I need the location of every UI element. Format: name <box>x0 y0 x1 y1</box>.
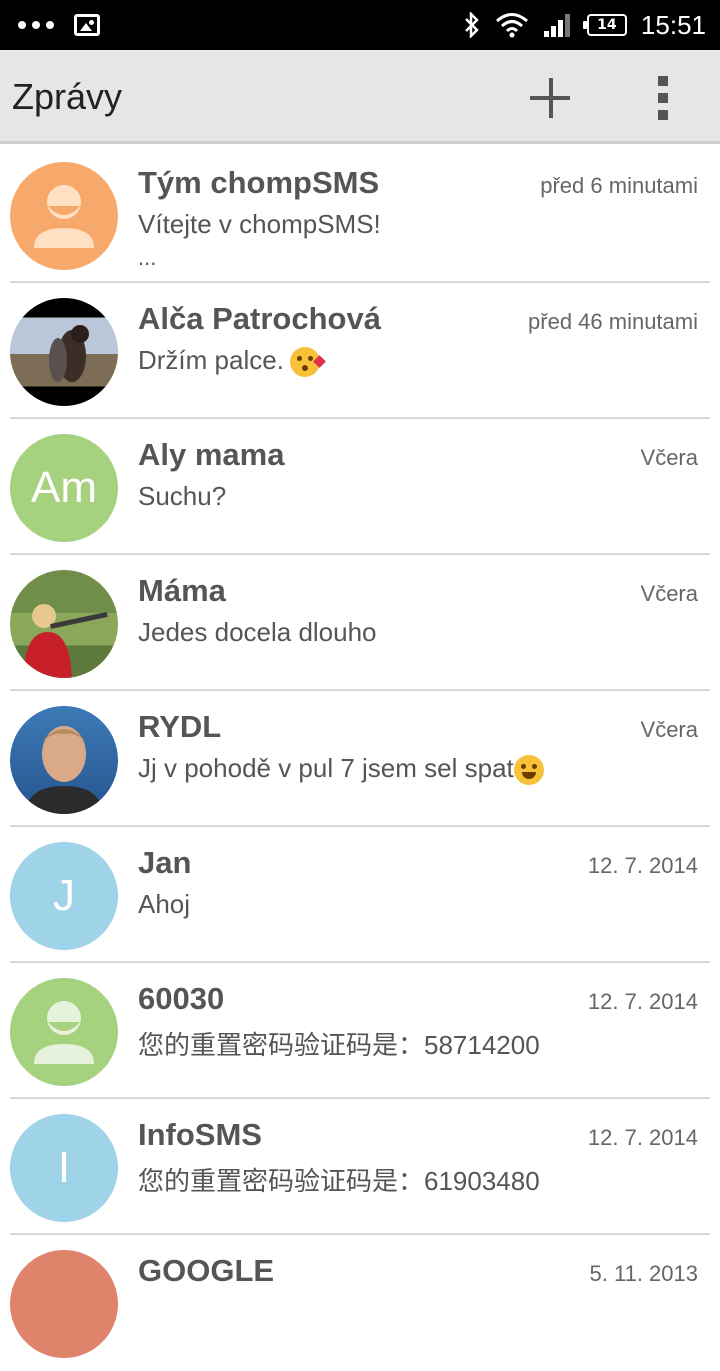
avatar <box>10 1250 118 1358</box>
status-bar: 14 15:51 <box>0 0 720 50</box>
list-item[interactable]: 60030 12. 7. 2014 您的重置密码验证码是：58714200 <box>0 963 720 1099</box>
kiss-emoji-icon <box>289 347 326 378</box>
list-item[interactable]: Am Aly mama Včera Suchu? <box>0 419 720 555</box>
wifi-icon <box>495 13 528 38</box>
person-icon <box>34 1001 94 1064</box>
list-item[interactable]: J Jan 12. 7. 2014 Ahoj <box>0 827 720 963</box>
timestamp: Včera <box>640 581 698 606</box>
avatar: Am <box>10 434 118 542</box>
page-title: Zprávy <box>12 76 123 117</box>
more-dots-icon <box>18 21 54 29</box>
contact-name: 60030 <box>138 981 225 1016</box>
avatar <box>10 706 118 814</box>
message-snippet: Jedes docela dlouho <box>138 617 377 647</box>
list-item[interactable]: Tým chompSMS před 6 minutami Vítejte v c… <box>0 147 720 283</box>
list-item[interactable]: RYDL Včera Jj v pohodě v pul 7 jsem sel … <box>0 691 720 827</box>
timestamp: 12. 7. 2014 <box>587 1125 698 1150</box>
add-icon[interactable] <box>528 76 574 122</box>
timestamp: Včera <box>640 717 698 742</box>
message-snippet: Vítejte v chompSMS! <box>138 209 381 239</box>
conversation-list: Tým chompSMS před 6 minutami Vítejte v c… <box>0 147 720 1371</box>
contact-name: Aly mama <box>138 437 285 472</box>
contact-name: GOOGLE <box>138 1253 275 1288</box>
person-icon <box>34 185 94 248</box>
message-snippet-more: ... <box>138 245 157 270</box>
list-item[interactable]: Máma Včera Jedes docela dlouho <box>0 555 720 691</box>
message-snippet: 您的重置密码验证码是：58714200 <box>138 1030 540 1060</box>
bluetooth-icon <box>465 12 479 38</box>
contact-name: Tým chompSMS <box>138 165 380 200</box>
timestamp: 12. 7. 2014 <box>587 989 698 1014</box>
message-text: Jj v pohodě v pul 7 jsem sel spat <box>138 753 514 783</box>
contact-name: Alča Patrochová <box>138 301 381 336</box>
avatar <box>10 162 118 270</box>
avatar <box>10 298 118 406</box>
message-snippet: 您的重置密码验证码是：61903480 <box>138 1166 540 1196</box>
smile-emoji-icon <box>513 755 544 786</box>
avatar-initials: J <box>53 871 75 920</box>
timestamp: 5. 11. 2013 <box>589 1261 698 1286</box>
avatar: I <box>10 1114 118 1222</box>
message-snippet: Jj v pohodě v pul 7 jsem sel spat <box>138 753 544 786</box>
avatar-initials: I <box>57 1143 71 1192</box>
photo-placeholder <box>24 726 104 814</box>
timestamp: 12. 7. 2014 <box>587 853 698 878</box>
message-snippet: Držím palce. <box>138 345 326 378</box>
clock: 15:51 <box>640 9 706 40</box>
overflow-menu-icon[interactable] <box>652 76 674 120</box>
battery-icon: 14 <box>582 14 627 36</box>
timestamp: Včera <box>640 445 698 470</box>
timestamp: před 6 minutami <box>540 173 698 198</box>
message-snippet: Suchu? <box>138 481 227 511</box>
avatar: J <box>10 842 118 950</box>
photo-placeholder <box>24 604 108 678</box>
app-bar: Zprávy <box>0 50 720 144</box>
list-item[interactable]: Alča Patrochová před 46 minutami Držím p… <box>0 283 720 419</box>
avatar-initials: Am <box>31 463 97 512</box>
contact-name: Jan <box>138 845 192 880</box>
contact-name: RYDL <box>138 709 222 744</box>
avatar <box>10 570 118 678</box>
list-item[interactable]: GOOGLE 5. 11. 2013 <box>0 1235 720 1371</box>
signal-icon <box>543 14 570 37</box>
battery-level: 14 <box>597 17 617 33</box>
timestamp: před 46 minutami <box>528 309 698 334</box>
avatar <box>10 978 118 1086</box>
contact-name: InfoSMS <box>138 1117 262 1152</box>
message-text: Držím palce. <box>138 345 284 375</box>
list-item[interactable]: I InfoSMS 12. 7. 2014 您的重置密码验证码是：6190348… <box>0 1099 720 1235</box>
gallery-icon <box>74 14 100 36</box>
message-snippet: Ahoj <box>138 889 191 919</box>
photo-placeholder <box>49 325 89 382</box>
contact-name: Máma <box>138 573 226 608</box>
